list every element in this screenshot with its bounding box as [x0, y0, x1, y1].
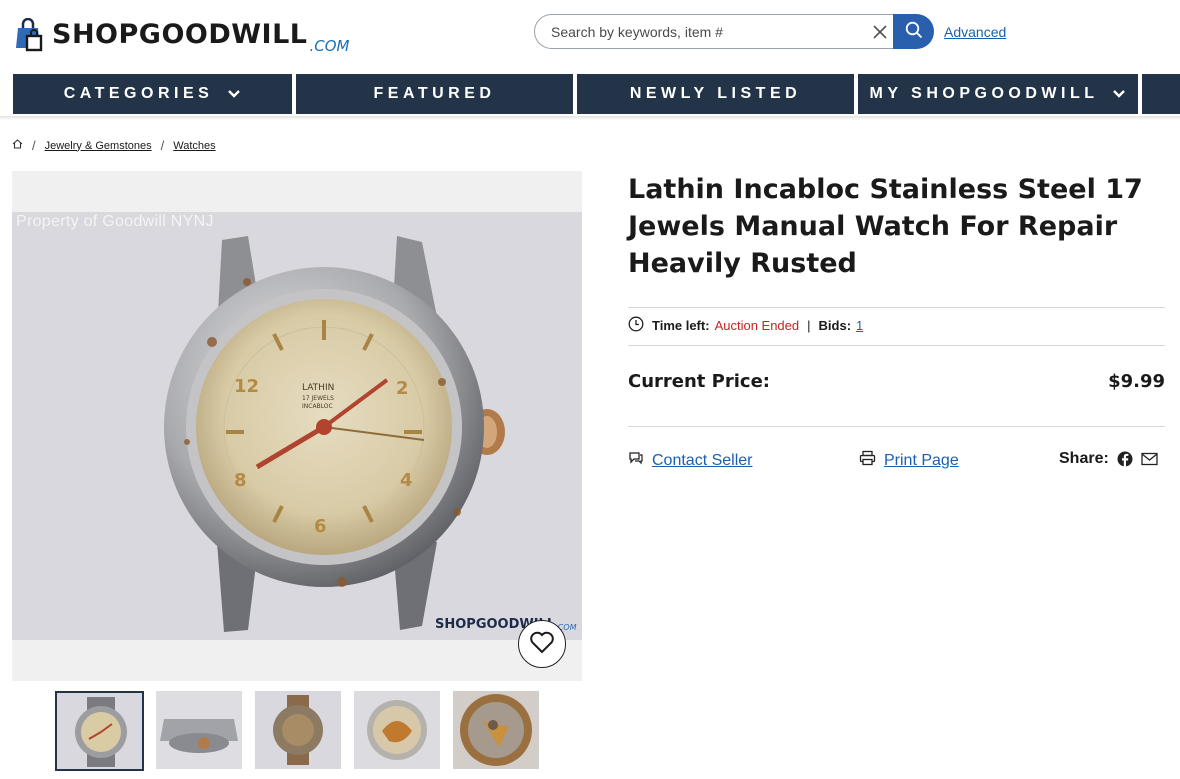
divider — [628, 345, 1165, 346]
thumbnail[interactable] — [156, 691, 242, 769]
nav-categories[interactable]: CATEGORIES — [13, 74, 292, 114]
svg-text:4: 4 — [400, 470, 413, 491]
search-input[interactable] — [534, 14, 896, 49]
favorite-button[interactable] — [518, 620, 566, 668]
thumbnail[interactable] — [453, 691, 539, 769]
share: Share: — [1059, 450, 1158, 468]
facebook-icon[interactable] — [1117, 451, 1133, 467]
search-icon — [905, 21, 923, 43]
bids-count-link[interactable]: 1 — [856, 318, 863, 333]
heart-icon — [529, 630, 555, 658]
svg-text:8: 8 — [234, 470, 247, 491]
divider — [628, 426, 1165, 427]
current-price-label: Current Price: — [628, 371, 770, 392]
clock-icon — [628, 316, 644, 335]
current-price-value: $9.99 — [1108, 371, 1165, 392]
svg-text:INCABLOC: INCABLOC — [302, 403, 333, 410]
thumbnail[interactable] — [354, 691, 440, 769]
nav-label: CATEGORIES — [63, 85, 214, 102]
search-button[interactable] — [893, 14, 934, 49]
breadcrumb-watches[interactable]: Watches — [173, 140, 215, 152]
nav-featured[interactable]: FEATURED — [296, 74, 573, 114]
search-bar — [534, 14, 934, 49]
print-page-link[interactable]: Print Page — [884, 452, 959, 470]
chevron-down-icon — [227, 89, 241, 99]
breadcrumb-separator: / — [32, 138, 36, 153]
svg-text:2: 2 — [396, 378, 409, 399]
time-left-label: Time left: — [652, 318, 710, 333]
printer-icon — [859, 450, 876, 471]
email-icon[interactable] — [1141, 452, 1158, 466]
thumbnail[interactable] — [55, 691, 144, 771]
nav-label: FEATURED — [373, 85, 496, 102]
svg-text:17 JEWELS: 17 JEWELS — [302, 395, 334, 402]
time-left-value: Auction Ended — [714, 318, 800, 333]
nav-divider — [0, 116, 1180, 120]
advanced-search-link[interactable]: Advanced — [944, 24, 1006, 40]
breadcrumb: / Jewelry & Gemstones / Watches — [12, 138, 216, 153]
thumbnail[interactable] — [255, 691, 341, 769]
breadcrumb-separator: / — [160, 138, 165, 153]
print-page[interactable]: Print Page — [859, 450, 959, 471]
divider — [628, 307, 1165, 308]
logo-suffix: .COM — [309, 37, 350, 55]
breadcrumb-jewelry[interactable]: Jewelry & Gemstones — [45, 140, 152, 152]
share-label: Share: — [1059, 450, 1109, 467]
item-title: Lathin Incabloc Stainless Steel 17 Jewel… — [628, 174, 1143, 279]
contact-seller-link[interactable]: Contact Seller — [652, 452, 753, 470]
close-icon[interactable] — [870, 22, 890, 42]
shopping-bag-icon — [12, 17, 46, 52]
main-nav: CATEGORIES FEATURED NEWLY LISTED MY SHOP… — [0, 74, 1180, 114]
logo-text: SHOPGOODWILL — [52, 19, 308, 50]
product-image-panel: 12 2 4 6 8 LATHIN 17 JEWELS INCABLOC Pro… — [12, 171, 582, 681]
svg-text:12: 12 — [234, 376, 259, 397]
nav-label: MY SHOPGOODWILL — [869, 85, 1099, 102]
svg-text:LATHIN: LATHIN — [302, 383, 334, 393]
watch-image: 12 2 4 6 8 LATHIN 17 JEWELS INCABLOC — [12, 212, 582, 640]
chevron-down-icon — [1112, 89, 1126, 99]
auction-status: Time left: Auction Ended | Bids: 1 — [628, 316, 863, 335]
chat-icon — [628, 450, 644, 471]
site-header: SHOPGOODWILL .COM Advanced — [0, 0, 1180, 70]
bids-label: Bids: — [818, 318, 852, 333]
site-logo[interactable]: SHOPGOODWILL .COM — [12, 12, 350, 55]
photo-watermark: Property of Goodwill NYNJ — [16, 213, 214, 230]
item-actions: Contact Seller Print Page Share: — [628, 450, 1165, 476]
nav-my-shopgoodwill[interactable]: MY SHOPGOODWILL — [858, 74, 1138, 114]
home-icon[interactable] — [12, 139, 23, 152]
contact-seller[interactable]: Contact Seller — [628, 450, 753, 471]
status-separator: | — [807, 318, 811, 333]
nav-overflow[interactable] — [1142, 74, 1180, 114]
nav-label: NEWLY LISTED — [629, 85, 802, 102]
nav-newly-listed[interactable]: NEWLY LISTED — [577, 74, 854, 114]
svg-text:6: 6 — [314, 516, 327, 537]
product-photo[interactable]: 12 2 4 6 8 LATHIN 17 JEWELS INCABLOC Pro… — [12, 212, 582, 640]
